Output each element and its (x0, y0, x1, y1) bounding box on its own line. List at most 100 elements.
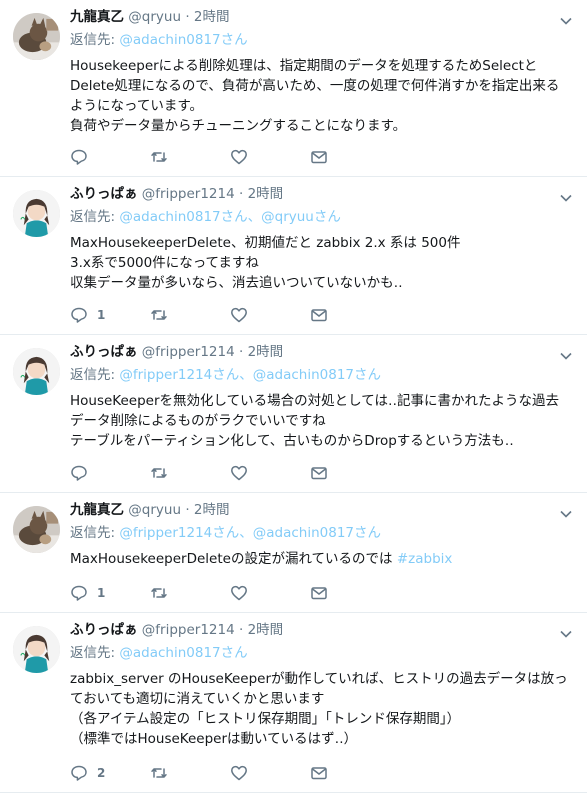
timestamp[interactable]: · 2時間 (185, 9, 229, 25)
tweet[interactable]: ふりっぱぁ @fripper1214 · 2時間 返信先: @adachin08… (0, 613, 587, 793)
tweet-text: MaxHousekeeperDelete、初期値だと zabbix 2.x 系は… (70, 235, 461, 291)
mention-link[interactable]: @fripper1214さん、 (119, 525, 252, 541)
like-button[interactable] (230, 305, 310, 325)
retweet-icon (151, 310, 167, 320)
retweet-button[interactable] (150, 147, 230, 167)
tweet[interactable]: 九龍真乙 @qryuu · 2時間 返信先: @adachin0817さん Ho… (0, 0, 587, 177)
timestamp[interactable]: · 2時間 (239, 344, 283, 360)
retweet-button[interactable] (150, 763, 230, 783)
username[interactable]: @fripper1214 (142, 344, 235, 360)
retweet-button[interactable] (150, 583, 230, 603)
mention-link[interactable]: @qryuuさん (261, 209, 341, 225)
reply-icon (71, 149, 87, 165)
direct-message-button[interactable] (310, 463, 390, 483)
avatar[interactable] (13, 13, 60, 60)
direct-message-button[interactable] (310, 763, 390, 783)
anime-character-avatar-icon (13, 190, 60, 237)
tweet-actions: 2 (70, 763, 390, 783)
reply-button[interactable]: 2 (70, 763, 150, 783)
avatar[interactable] (13, 626, 60, 673)
like-button[interactable] (230, 583, 310, 603)
reply-context: 返信先: @fripper1214さん、@adachin0817さん (70, 524, 575, 542)
display-name[interactable]: ふりっぱぁ (70, 186, 138, 202)
tweet-content: ふりっぱぁ @fripper1214 · 2時間 返信先: @adachin08… (70, 185, 575, 293)
retweet-button[interactable] (150, 463, 230, 483)
reply-icon (71, 465, 87, 481)
tweet-text-body: MaxHousekeeperDeleteの設定が漏れているのでは (70, 551, 397, 567)
username[interactable]: @fripper1214 (142, 622, 235, 638)
mention-link[interactable]: @adachin0817さん (253, 367, 381, 383)
tweet-timeline: 九龍真乙 @qryuu · 2時間 返信先: @adachin0817さん Ho… (0, 0, 587, 793)
display-name[interactable]: ふりっぱぁ (70, 344, 138, 360)
tweet-actions (70, 463, 390, 483)
cat-photo-avatar-icon (13, 13, 60, 60)
tweet-text: zabbix_server のHouseKeeperが動作していれば、ヒストリの… (70, 671, 568, 747)
reply-prefix: 返信先: (70, 32, 116, 48)
mail-icon (311, 467, 327, 480)
direct-message-button[interactable] (310, 147, 390, 167)
anime-character-avatar-icon (13, 626, 60, 673)
like-button[interactable] (230, 763, 310, 783)
reply-context: 返信先: @fripper1214さん、@adachin0817さん (70, 366, 575, 384)
direct-message-button[interactable] (310, 583, 390, 603)
retweet-icon (151, 768, 167, 778)
tweet-header: ふりっぱぁ @fripper1214 · 2時間 (70, 621, 575, 639)
reply-button[interactable] (70, 147, 150, 167)
tweet[interactable]: ふりっぱぁ @fripper1214 · 2時間 返信先: @fripper12… (0, 335, 587, 493)
retweet-icon (151, 152, 167, 162)
direct-message-button[interactable] (310, 305, 390, 325)
reply-count: 1 (97, 586, 106, 600)
reply-icon (71, 765, 87, 781)
display-name[interactable]: 九龍真乙 (70, 502, 124, 518)
hashtag-link[interactable]: #zabbix (397, 551, 453, 567)
mail-icon (311, 587, 327, 600)
mention-link[interactable]: @adachin0817さん、 (119, 209, 261, 225)
like-button[interactable] (230, 147, 310, 167)
reply-button[interactable]: 1 (70, 305, 150, 325)
tweet-actions: 1 (70, 583, 390, 603)
username[interactable]: @qryuu (128, 502, 181, 518)
tweet-header: ふりっぱぁ @fripper1214 · 2時間 (70, 185, 575, 203)
reply-count: 1 (97, 308, 106, 322)
display-name[interactable]: ふりっぱぁ (70, 622, 138, 638)
avatar[interactable] (13, 190, 60, 237)
mention-link[interactable]: @adachin0817さん (253, 525, 381, 541)
reply-context: 返信先: @adachin0817さん (70, 644, 575, 662)
reply-icon (71, 585, 87, 601)
tweet-header: 九龍真乙 @qryuu · 2時間 (70, 501, 575, 519)
mention-link[interactable]: @adachin0817さん (119, 32, 247, 48)
timestamp[interactable]: · 2時間 (239, 622, 283, 638)
tweet-content: 九龍真乙 @qryuu · 2時間 返信先: @fripper1214さん、@a… (70, 501, 575, 569)
mail-icon (311, 767, 327, 780)
mention-link[interactable]: @adachin0817さん (119, 645, 247, 661)
avatar[interactable] (13, 506, 60, 553)
retweet-button[interactable] (150, 305, 230, 325)
tweet-content: ふりっぱぁ @fripper1214 · 2時間 返信先: @fripper12… (70, 343, 575, 451)
display-name[interactable]: 九龍真乙 (70, 9, 124, 25)
username[interactable]: @fripper1214 (142, 186, 235, 202)
tweet-text: MaxHousekeeperDeleteの設定が漏れているのでは #zabbix (70, 549, 575, 569)
retweet-icon (151, 588, 167, 598)
reply-button[interactable]: 1 (70, 583, 150, 603)
reply-prefix: 返信先: (70, 645, 116, 661)
mention-link[interactable]: @fripper1214さん、 (119, 367, 252, 383)
timestamp[interactable]: · 2時間 (185, 502, 229, 518)
reply-button[interactable] (70, 463, 150, 483)
tweet-content: 九龍真乙 @qryuu · 2時間 返信先: @adachin0817さん Ho… (70, 8, 575, 136)
reply-prefix: 返信先: (70, 525, 116, 541)
timestamp[interactable]: · 2時間 (239, 186, 283, 202)
reply-prefix: 返信先: (70, 367, 116, 383)
reply-prefix: 返信先: (70, 209, 116, 225)
tweet[interactable]: ふりっぱぁ @fripper1214 · 2時間 返信先: @adachin08… (0, 177, 587, 335)
username[interactable]: @qryuu (128, 9, 181, 25)
like-button[interactable] (230, 463, 310, 483)
retweet-icon (151, 468, 167, 478)
heart-icon (231, 765, 247, 781)
tweet-actions: 1 (70, 305, 390, 325)
avatar[interactable] (13, 348, 60, 395)
heart-icon (231, 465, 247, 481)
mail-icon (311, 151, 327, 164)
heart-icon (231, 149, 247, 165)
tweet[interactable]: 九龍真乙 @qryuu · 2時間 返信先: @fripper1214さん、@a… (0, 493, 587, 613)
tweet-text: Housekeeperによる削除処理は、指定期間のデータを処理するためSelec… (70, 58, 560, 134)
